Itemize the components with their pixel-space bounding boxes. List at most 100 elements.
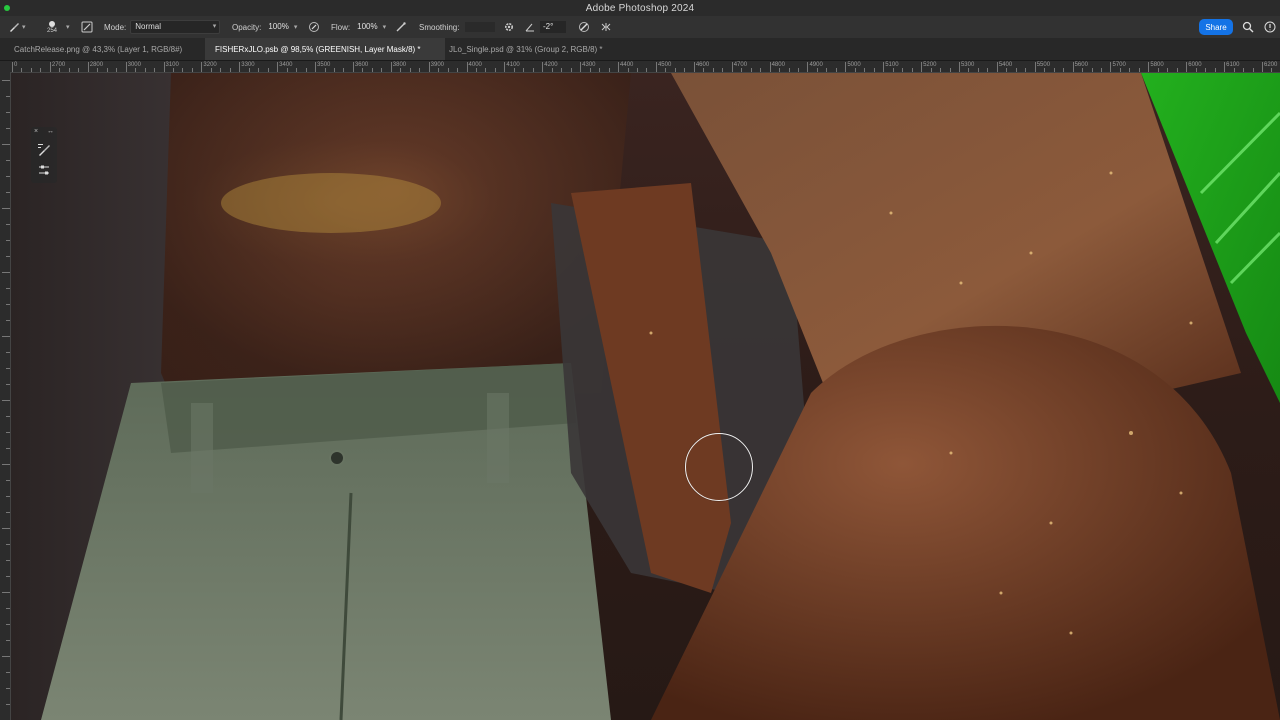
ruler-minor-tick	[1015, 68, 1017, 72]
ruler-tick	[731, 62, 733, 72]
smoothing-input[interactable]	[465, 22, 496, 32]
vertical-ruler[interactable]	[0, 72, 11, 720]
ruler-minor-tick	[447, 68, 449, 72]
ruler-minor-tick	[1006, 68, 1008, 72]
sliders-icon[interactable]	[37, 163, 51, 177]
ruler-minor-tick	[6, 480, 10, 481]
ruler-minor-tick	[6, 416, 10, 417]
ruler-minor-tick	[892, 68, 894, 72]
options-bar: ▾ 254 ▾ Mode: Normal Opacity: 100% ▾ Flo…	[0, 16, 1280, 38]
horizontal-ruler[interactable]: 0 2700 2800 3000 3100 3200 3300 3400 3500 3600 380…	[10, 61, 1280, 73]
ruler-minor-tick	[267, 68, 269, 72]
ruler-minor-tick	[438, 68, 440, 72]
ruler-minor-tick	[1252, 68, 1254, 72]
ruler-minor-tick	[6, 448, 10, 449]
ruler-minor-tick	[760, 68, 762, 72]
search-button[interactable]	[1242, 16, 1254, 38]
ruler-minor-tick	[6, 304, 10, 305]
ruler-minor-tick	[343, 68, 345, 72]
ruler-minor-tick	[826, 68, 828, 72]
ruler-tick	[921, 62, 923, 72]
ruler-minor-tick	[1119, 68, 1121, 72]
ruler-minor-tick	[457, 68, 459, 72]
close-icon[interactable]: ×	[34, 128, 38, 135]
ruler-minor-tick	[940, 68, 942, 72]
angle-input[interactable]: -2°	[540, 21, 566, 33]
mode-select[interactable]: Normal	[130, 20, 221, 34]
ruler-tick	[239, 62, 241, 72]
ruler-minor-tick	[1167, 68, 1169, 72]
ruler-minor-tick	[6, 608, 10, 609]
pressure-size-toggle[interactable]	[578, 16, 590, 38]
ruler-minor-tick	[409, 68, 411, 72]
brush-tool-preset[interactable]: ▾	[8, 16, 26, 38]
airbrush-toggle[interactable]	[395, 16, 407, 38]
flow-input[interactable]: 100%	[354, 21, 380, 33]
ruler-minor-tick	[324, 68, 326, 72]
chevron-down-icon[interactable]: ▾	[383, 23, 387, 31]
ruler-tick	[201, 62, 203, 72]
brush-icon[interactable]	[37, 143, 51, 157]
ruler-minor-tick	[684, 68, 686, 72]
chevron-down-icon[interactable]: ▾	[294, 23, 298, 31]
ruler-minor-tick	[116, 68, 118, 72]
ruler-minor-tick	[1271, 68, 1273, 72]
brush-settings-toggle[interactable]	[81, 16, 93, 38]
chevron-down-icon[interactable]: ▾	[66, 23, 70, 31]
ruler-minor-tick	[2, 528, 10, 529]
tab-jlo-single[interactable]: JLo_Single.psd @ 31% (Group 2, RGB/8) *	[439, 38, 629, 60]
ruler-minor-tick	[6, 512, 10, 513]
ruler-minor-tick	[930, 68, 932, 72]
ruler-minor-tick	[286, 68, 288, 72]
ruler-tick-label: 0	[14, 62, 18, 68]
ruler-minor-tick	[68, 68, 70, 72]
ruler-minor-tick	[797, 68, 799, 72]
ruler-tick	[1148, 62, 1150, 72]
symmetry-button[interactable]	[600, 16, 612, 38]
ruler-tick	[883, 62, 885, 72]
ruler-tick	[163, 62, 165, 72]
ruler-minor-tick	[2, 272, 10, 273]
tab-fisherxjlo[interactable]: FISHERxJLO.psb @ 98,5% (GREENISH, Layer …	[205, 38, 445, 60]
ruler-minor-tick	[599, 68, 601, 72]
pressure-opacity-toggle[interactable]	[308, 16, 320, 38]
ruler-minor-tick	[6, 544, 10, 545]
ruler-tick	[958, 62, 960, 72]
brush-size-picker[interactable]: 254	[47, 16, 57, 38]
document-tabs: CatchRelease.png @ 43,3% (Layer 1, RGB/8…	[0, 38, 1280, 61]
smoothing-options-button[interactable]	[503, 16, 515, 38]
opacity-label: Opacity:	[232, 22, 262, 32]
ruler-minor-tick	[6, 128, 10, 129]
brush-tip-icon	[49, 20, 55, 27]
ruler-minor-tick	[248, 68, 250, 72]
ruler-minor-tick	[1082, 68, 1084, 72]
window-control-dot[interactable]	[4, 5, 10, 11]
tab-catchrelease[interactable]: CatchRelease.png @ 43,3% (Layer 1, RGB/8…	[4, 38, 210, 60]
mode-label: Mode:	[104, 22, 127, 32]
ruler-minor-tick	[2, 144, 10, 145]
document-canvas[interactable]: × ↔	[11, 73, 1280, 720]
lightbulb-icon	[1264, 21, 1276, 33]
ruler-minor-tick	[1195, 68, 1197, 72]
ruler-minor-tick	[6, 224, 10, 225]
ruler-minor-tick	[106, 68, 108, 72]
ruler-minor-tick	[1205, 68, 1207, 72]
ruler-tick	[996, 62, 998, 72]
ruler-minor-tick	[296, 68, 298, 72]
ruler-minor-tick	[1233, 68, 1235, 72]
discover-button[interactable]	[1264, 16, 1276, 38]
ruler-minor-tick	[902, 68, 904, 72]
ruler-minor-tick	[911, 68, 913, 72]
ruler-minor-tick	[6, 192, 10, 193]
ruler-minor-tick	[646, 68, 648, 72]
ruler-tick	[1224, 62, 1226, 72]
ruler-tick	[1186, 62, 1188, 72]
ruler-tick	[87, 62, 89, 72]
ruler-minor-tick	[135, 68, 137, 72]
ruler-minor-tick	[371, 68, 373, 72]
ruler-origin[interactable]	[0, 61, 10, 72]
share-button[interactable]: Share	[1199, 19, 1233, 35]
ruler-minor-tick	[6, 160, 10, 161]
opacity-input[interactable]: 100%	[265, 21, 291, 33]
expand-icon[interactable]: ↔	[47, 128, 54, 135]
